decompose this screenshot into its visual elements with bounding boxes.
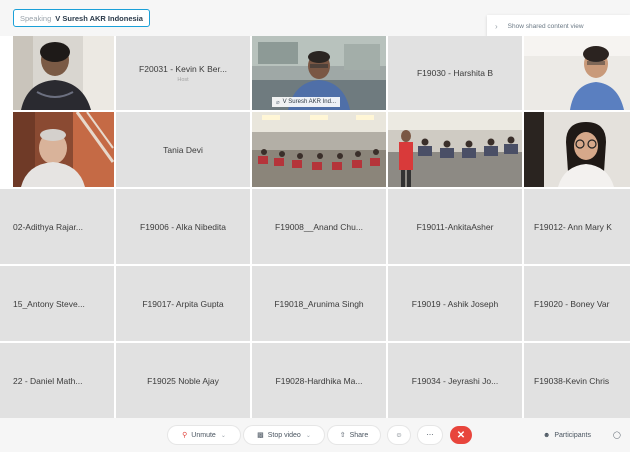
participant-video-feed (388, 112, 522, 187)
participant-tile-video[interactable] (524, 112, 630, 187)
participant-name: F19012- Ann Mary K (534, 221, 612, 232)
participant-tile[interactable]: F19012- Ann Mary K (524, 189, 630, 264)
participant-name: F19030 - Harshita B (416, 68, 494, 78)
unmute-label: Unmute (191, 431, 216, 439)
participant-video-feed (252, 112, 386, 187)
share-label: Share (349, 431, 369, 439)
participant-tile-video-active-speaker[interactable]: ⌀ V Suresh AKR Ind... (252, 36, 386, 110)
participant-tile[interactable]: F19030 - Harshita B (388, 36, 522, 110)
participant-tile-video[interactable] (252, 112, 386, 187)
shared-content-label: Show shared content view (507, 22, 584, 30)
video-camera-icon: ▩ (257, 432, 264, 439)
participant-name: F19038-Kevin Chris (534, 375, 610, 386)
participant-tile[interactable]: F19018_Arunima Singh (252, 266, 386, 341)
participant-tile[interactable]: F19008__Anand Chu... (252, 189, 386, 264)
more-options-icon: ⋯ (426, 432, 434, 439)
participant-name: F19011-AnkitaAsher (416, 221, 494, 232)
participant-name: F19019 - Ashik Joseph (411, 298, 499, 309)
participant-name: 02-Adithya Rajar... (13, 221, 83, 232)
active-speaker-indicator: Speaking V Suresh AKR Indonesia (13, 9, 150, 27)
participant-tile[interactable]: 02-Adithya Rajar... (0, 189, 114, 264)
speaking-label: Speaking (20, 13, 52, 23)
participant-tile[interactable]: 15_Antony Steve... (0, 266, 114, 341)
participant-tile-video[interactable] (388, 112, 522, 187)
participants-button[interactable]: ☻ Participants (543, 426, 591, 444)
host-badge: Host (177, 76, 189, 83)
participant-tile[interactable]: Tania Devi (116, 112, 250, 187)
participants-icon: ☻ (543, 431, 551, 439)
chat-button[interactable]: ◯ (613, 426, 621, 444)
microphone-icon: ⌀ (276, 99, 280, 106)
participant-tile-video[interactable] (13, 36, 114, 110)
participant-tile-video[interactable] (524, 36, 630, 110)
leave-meeting-button[interactable]: ✕ (450, 426, 472, 444)
participant-name: F19034 - Jeyrashi Jo... (411, 375, 499, 386)
participant-tile-video[interactable] (13, 112, 114, 187)
video-name-label: ⌀ V Suresh AKR Ind... (272, 97, 340, 107)
participant-tile[interactable]: F19028-Hardhika Ma... (252, 343, 386, 418)
participant-tile[interactable]: F20031 - Kevin K Ber... Host (116, 36, 250, 110)
participant-name: F19008__Anand Chu... (275, 221, 363, 232)
participant-tile[interactable]: F19034 - Jeyrashi Jo... (388, 343, 522, 418)
unmute-button[interactable]: ⚲ Unmute ⌄ (168, 426, 240, 444)
participant-tile[interactable]: F19020 - Boney Var (524, 266, 630, 341)
chevron-down-icon[interactable]: ⌄ (221, 432, 226, 439)
participant-tile[interactable]: F19038-Kevin Chris (524, 343, 630, 418)
participant-name: F19018_Arunima Singh (274, 298, 364, 309)
participant-name: 15_Antony Steve... (13, 298, 85, 309)
reactions-button[interactable]: ☺ (388, 426, 410, 444)
speaking-name: V Suresh AKR Indonesia (55, 13, 143, 23)
chevron-down-icon[interactable]: ⌄ (306, 432, 311, 439)
show-shared-content-button[interactable]: › Show shared content view (487, 15, 630, 37)
participants-label: Participants (554, 431, 591, 439)
participant-name: F19028-Hardhika Ma... (275, 375, 363, 386)
participant-name: F20031 - Kevin K Ber... (139, 63, 227, 74)
stop-video-label: Stop video (267, 431, 301, 439)
leave-meeting-icon: ✕ (456, 429, 466, 441)
reactions-icon: ☺ (395, 431, 403, 439)
top-bar: Speaking V Suresh AKR Indonesia › Show s… (0, 0, 630, 37)
stop-video-button[interactable]: ▩ Stop video ⌄ (244, 426, 324, 444)
chevron-right-icon: › (495, 21, 498, 31)
participant-grid: F20031 - Kevin K Ber... Host ⌀ V Suresh … (0, 36, 630, 418)
microphone-muted-icon: ⚲ (182, 432, 188, 439)
participant-name: F19025 Noble Ajay (147, 375, 219, 386)
participant-video-feed (524, 36, 630, 110)
participant-tile[interactable]: F19006 - Alka Nibedita (116, 189, 250, 264)
participant-name: F19006 - Alka Nibedita (140, 221, 226, 232)
meeting-controls-bar: ⚲ Unmute ⌄ ▩ Stop video ⌄ ⇧ Share ☺ ⋯ ✕ … (0, 418, 630, 452)
participant-tile[interactable]: F19017- Arpita Gupta (116, 266, 250, 341)
participant-tile[interactable]: 22 - Daniel Math... (0, 343, 114, 418)
share-button[interactable]: ⇧ Share (328, 426, 380, 444)
participant-name: Tania Devi (163, 144, 203, 155)
participant-tile[interactable]: F19019 - Ashik Joseph (388, 266, 522, 341)
video-name-text: V Suresh AKR Ind... (282, 99, 336, 105)
more-options-button[interactable]: ⋯ (418, 426, 442, 444)
share-screen-icon: ⇧ (339, 432, 346, 439)
participant-tile[interactable]: F19025 Noble Ajay (116, 343, 250, 418)
participant-name: F19020 - Boney Var (534, 298, 610, 309)
participant-video-feed (13, 112, 114, 187)
participant-name: F19017- Arpita Gupta (142, 298, 224, 309)
chat-icon: ◯ (613, 432, 621, 439)
participant-video-feed (13, 36, 114, 110)
participant-tile[interactable]: F19011-AnkitaAsher (388, 189, 522, 264)
participant-name: 22 - Daniel Math... (13, 375, 83, 386)
participant-video-feed (524, 112, 630, 187)
